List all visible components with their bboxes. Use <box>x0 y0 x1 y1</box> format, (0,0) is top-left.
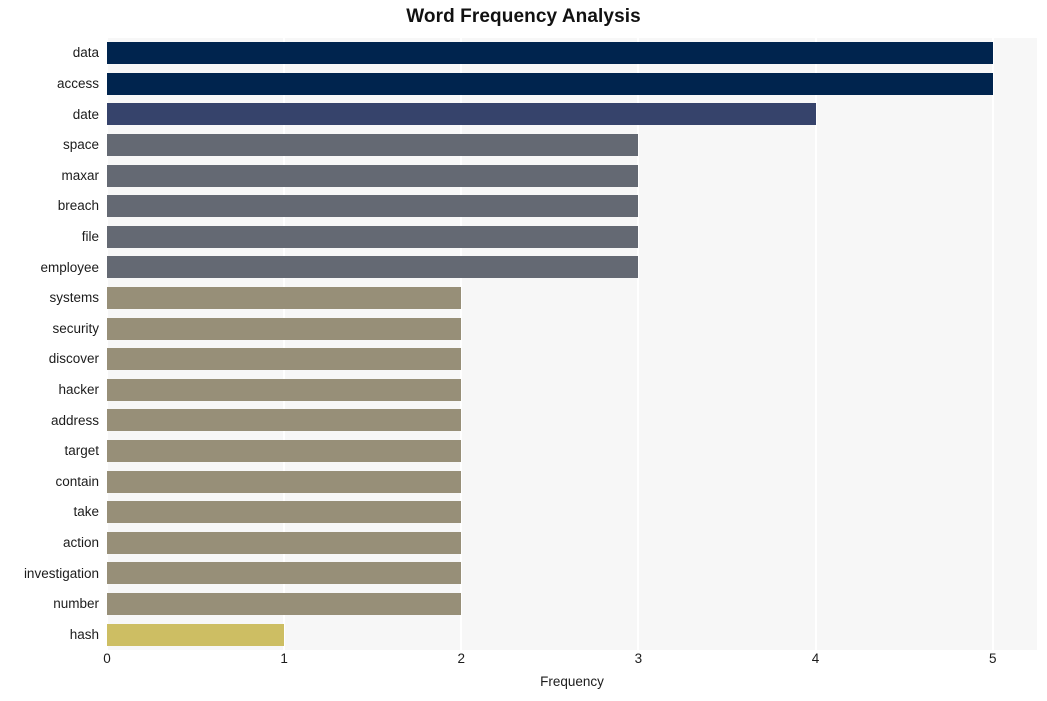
bar-row <box>107 405 1037 436</box>
bar-row <box>107 619 1037 650</box>
bar-row <box>107 252 1037 283</box>
x-tick-label-5: 5 <box>988 651 997 666</box>
y-tick-label-target: target <box>64 443 99 459</box>
y-tick-label-security: security <box>52 320 99 336</box>
bar-row <box>107 344 1037 375</box>
x-axis-tick-labels: 0 1 2 3 4 5 <box>103 651 1037 673</box>
x-tick-label-1: 1 <box>280 651 288 666</box>
bar-row <box>107 130 1037 161</box>
bar-row <box>107 436 1037 467</box>
bar-row <box>107 222 1037 253</box>
bar-row <box>107 313 1037 344</box>
bar-take[interactable] <box>107 501 462 524</box>
bar-row <box>107 38 1037 69</box>
y-tick-label-space: space <box>62 137 99 153</box>
bar-date[interactable] <box>107 103 816 126</box>
bar-action[interactable] <box>107 531 462 554</box>
bar-employee[interactable] <box>107 256 639 279</box>
bars-layer <box>107 38 1037 650</box>
bar-row <box>107 497 1037 528</box>
bar-investigation[interactable] <box>107 562 462 585</box>
bar-maxar[interactable] <box>107 164 639 187</box>
bar-row <box>107 160 1037 191</box>
y-tick-label-take: take <box>73 504 99 520</box>
y-tick-label-contain: contain <box>55 473 99 489</box>
plot-area <box>106 38 1037 650</box>
x-tick-label-4: 4 <box>811 651 820 666</box>
y-axis-tick-labels: data access date space maxar breach file employ… <box>0 38 99 650</box>
y-tick-label-maxar: maxar <box>61 167 99 183</box>
y-tick-label-data: data <box>72 45 99 61</box>
bar-number[interactable] <box>107 593 462 616</box>
x-tick-label-2: 2 <box>457 651 466 666</box>
y-tick-label-investigation: investigation <box>23 565 99 581</box>
x-tick-label-3: 3 <box>634 651 643 666</box>
bar-hacker[interactable] <box>107 378 462 401</box>
word-frequency-chart: Word Frequency Analysis data access date sp… <box>0 0 1047 701</box>
y-tick-label-hash: hash <box>69 626 99 642</box>
bar-space[interactable] <box>107 134 639 157</box>
y-tick-label-date: date <box>72 106 99 122</box>
bar-row <box>107 375 1037 406</box>
y-tick-label-file: file <box>81 228 99 244</box>
bar-systems[interactable] <box>107 287 462 310</box>
y-tick-label-discover: discover <box>48 351 99 367</box>
y-tick-label-hacker: hacker <box>58 381 99 397</box>
bar-data[interactable] <box>107 42 993 65</box>
y-tick-label-number: number <box>53 596 99 612</box>
bar-row <box>107 528 1037 559</box>
y-tick-label-employee: employee <box>40 259 99 275</box>
bar-access[interactable] <box>107 72 993 95</box>
bar-contain[interactable] <box>107 470 462 493</box>
bar-address[interactable] <box>107 409 462 432</box>
chart-title: Word Frequency Analysis <box>406 6 641 27</box>
x-axis-title: Frequency <box>540 674 604 689</box>
x-tick-label-0: 0 <box>103 651 111 666</box>
y-tick-label-systems: systems <box>49 290 99 306</box>
bar-target[interactable] <box>107 440 462 463</box>
bar-hash[interactable] <box>107 623 285 646</box>
bar-breach[interactable] <box>107 195 639 218</box>
bar-row <box>107 283 1037 314</box>
y-tick-label-breach: breach <box>57 198 99 214</box>
bar-row <box>107 589 1037 620</box>
bar-file[interactable] <box>107 225 639 248</box>
bar-security[interactable] <box>107 317 462 340</box>
y-tick-label-address: address <box>50 412 99 428</box>
bar-row <box>107 99 1037 130</box>
bar-discover[interactable] <box>107 348 462 371</box>
bar-row <box>107 191 1037 222</box>
y-tick-label-access: access <box>56 75 99 91</box>
bar-row <box>107 466 1037 497</box>
bar-row <box>107 558 1037 589</box>
y-tick-label-action: action <box>62 534 99 550</box>
bar-row <box>107 69 1037 100</box>
